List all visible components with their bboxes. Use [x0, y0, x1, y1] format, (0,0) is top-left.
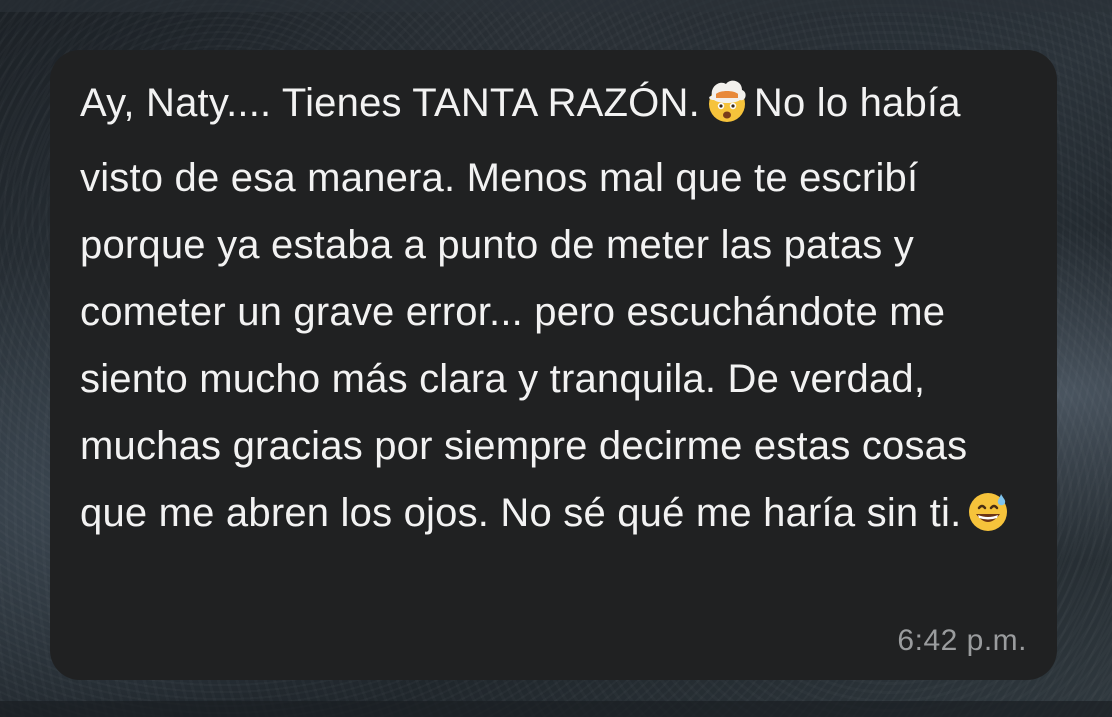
- bottom-edge-bar: [0, 701, 1112, 717]
- incoming-message-bubble[interactable]: Ay, Naty.... Tienes TANTA RAZÓN. No lo h…: [50, 50, 1057, 680]
- top-edge-bar: [0, 0, 1112, 12]
- message-text: Ay, Naty.... Tienes TANTA RAZÓN. No lo h…: [80, 70, 1017, 555]
- message-text-part-1: Ay, Naty.... Tienes TANTA RAZÓN.: [80, 81, 700, 125]
- grinning-sweat-emoji-icon: [965, 488, 1011, 555]
- exploding-head-emoji-icon: [704, 78, 750, 145]
- message-text-part-2: No lo había visto de esa manera. Menos m…: [80, 81, 968, 535]
- message-timestamp: 6:42 p.m.: [897, 624, 1027, 657]
